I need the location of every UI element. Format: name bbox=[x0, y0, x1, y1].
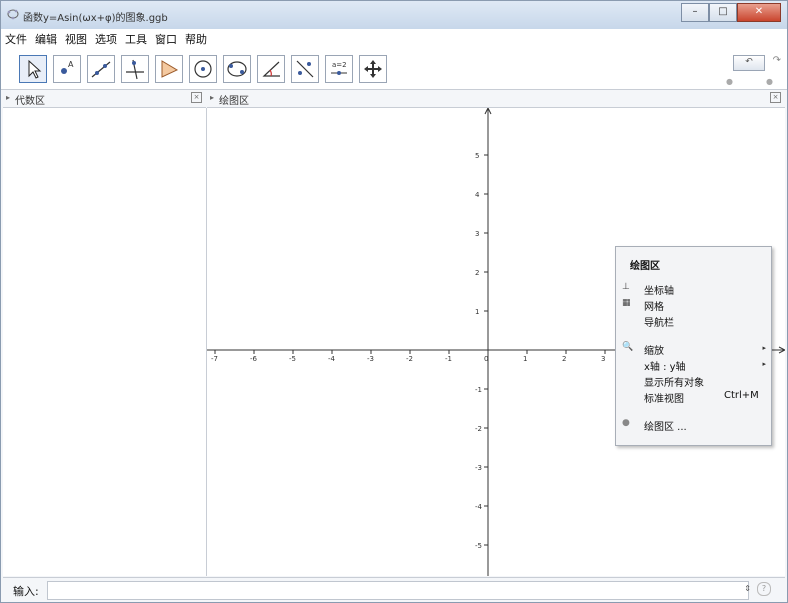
point-tool-button[interactable]: A bbox=[53, 55, 81, 83]
polygon-tool-button[interactable] bbox=[155, 55, 183, 83]
maximize-button[interactable]: □ bbox=[709, 3, 737, 22]
menu-bar: 文件 编辑 视图 选项 工具 窗口 帮助 bbox=[1, 29, 787, 47]
x-tick-label: -2 bbox=[406, 355, 413, 363]
graphics-panel-title: 绘图区 bbox=[219, 96, 249, 107]
reflect-tool-button[interactable] bbox=[291, 55, 319, 83]
point-tool-icon: A bbox=[61, 60, 74, 74]
angle-tool-button[interactable] bbox=[257, 55, 285, 83]
input-field[interactable] bbox=[47, 581, 749, 600]
menu-item-zoom[interactable]: 缩放 bbox=[644, 342, 664, 357]
input-label: 输入: bbox=[13, 585, 39, 598]
submenu-arrow-icon: ▸ bbox=[762, 360, 766, 368]
collapse-arrow-icon[interactable]: ▸ bbox=[6, 93, 10, 102]
toolbar-help-icon: ● bbox=[726, 77, 733, 86]
input-history-arrow-icon[interactable]: ⇕ bbox=[744, 584, 751, 593]
conic-tool-button[interactable] bbox=[223, 55, 251, 83]
menu-item-xaxis-yaxis[interactable]: x轴 : y轴 bbox=[644, 358, 686, 373]
menu-edit[interactable]: 编辑 bbox=[31, 29, 61, 47]
graphics-context-menu: 绘图区 ⊥ 坐标轴 ▦ 网格 导航栏 🔍 缩放 ▸ x轴 : y轴 ▸ 显示所有… bbox=[615, 246, 772, 446]
y-tick-label: -2 bbox=[475, 425, 482, 433]
menu-window[interactable]: 窗口 bbox=[151, 29, 181, 47]
move-tool-button[interactable] bbox=[19, 55, 47, 83]
menu-tools[interactable]: 工具 bbox=[121, 29, 151, 47]
collapse-arrow-icon[interactable]: ▸ bbox=[210, 93, 214, 102]
line-tool-button[interactable] bbox=[87, 55, 115, 83]
minimize-button[interactable]: – bbox=[681, 3, 709, 22]
context-menu-title: 绘图区 bbox=[630, 261, 660, 272]
x-tick-label: 0 bbox=[484, 355, 488, 363]
window-controls: – □ ✕ bbox=[681, 3, 781, 22]
menu-item-navigation-bar[interactable]: 导航栏 bbox=[644, 314, 674, 329]
input-bar: 输入: ⇕ ? bbox=[3, 577, 785, 602]
x-tick-label: -3 bbox=[367, 355, 374, 363]
y-tick-label: 3 bbox=[475, 230, 479, 238]
redo-button[interactable]: ↷ bbox=[773, 55, 781, 66]
y-tick-label: -4 bbox=[475, 503, 483, 511]
y-tick-label: -5 bbox=[475, 542, 482, 550]
circle-tool-button[interactable] bbox=[189, 55, 217, 83]
axes-icon: ⊥ bbox=[622, 282, 630, 292]
undo-button[interactable]: ↶ bbox=[733, 55, 765, 71]
close-panel-icon[interactable]: × bbox=[770, 92, 781, 103]
window-title: 函数y=Asin(ωx+φ)的图象.ggb bbox=[23, 13, 168, 24]
menu-help[interactable]: 帮助 bbox=[181, 29, 211, 47]
move-view-tool-icon bbox=[364, 60, 382, 78]
move-tool-icon bbox=[28, 59, 42, 79]
y-tick-label: -3 bbox=[475, 464, 482, 472]
polygon-tool-icon bbox=[161, 60, 179, 78]
y-tick-label: 1 bbox=[475, 308, 479, 316]
x-tick-label: -7 bbox=[211, 355, 218, 363]
menu-options[interactable]: 选项 bbox=[91, 29, 121, 47]
toolbar-settings-icon: ● bbox=[766, 77, 773, 86]
graphics-panel-header: ▸ 绘图区 × bbox=[207, 91, 785, 108]
algebra-view[interactable] bbox=[3, 108, 207, 576]
menu-item-standard-view[interactable]: 标准视图 bbox=[644, 390, 684, 405]
standard-view-shortcut: Ctrl+M bbox=[724, 390, 759, 401]
geogebra-app-icon bbox=[7, 9, 19, 20]
perpendicular-tool-button[interactable] bbox=[121, 55, 149, 83]
conic-tool-icon bbox=[227, 61, 247, 77]
x-tick-label: 3 bbox=[601, 355, 605, 363]
y-tick-label: 4 bbox=[475, 191, 480, 199]
y-tick-label: 2 bbox=[475, 269, 479, 277]
menu-item-axes[interactable]: 坐标轴 bbox=[644, 282, 674, 297]
move-view-tool-button[interactable] bbox=[359, 55, 387, 83]
menu-item-graphics-settings[interactable]: 绘图区 ... bbox=[644, 418, 687, 433]
submenu-arrow-icon: ▸ bbox=[762, 344, 766, 352]
angle-tool-icon bbox=[262, 61, 280, 77]
app-window: 函数y=Asin(ωx+φ)的图象.ggb – □ ✕ 文件 编辑 视图 选项 … bbox=[0, 0, 788, 603]
input-help-icon[interactable]: ? bbox=[757, 582, 771, 596]
settings-icon: ● bbox=[622, 418, 630, 428]
menu-view[interactable]: 视图 bbox=[61, 29, 91, 47]
x-tick-label: -6 bbox=[250, 355, 258, 363]
grid-icon: ▦ bbox=[622, 298, 631, 308]
x-tick-label: -4 bbox=[328, 355, 336, 363]
algebra-panel-header: ▸ 代数区 × bbox=[3, 91, 206, 108]
algebra-panel-title: 代数区 bbox=[15, 96, 45, 107]
line-tool-icon bbox=[91, 61, 111, 78]
close-button[interactable]: ✕ bbox=[737, 3, 781, 22]
toolbar: A a=2 ↶ ↷ ● ● bbox=[1, 47, 787, 90]
menu-file[interactable]: 文件 bbox=[1, 29, 31, 47]
x-tick-label: -1 bbox=[445, 355, 452, 363]
x-tick-label: 2 bbox=[562, 355, 566, 363]
slider-tool-icon: a=2 bbox=[331, 61, 347, 75]
perpendicular-tool-icon bbox=[126, 59, 144, 80]
y-tick-label: 5 bbox=[475, 152, 479, 160]
circle-tool-icon bbox=[194, 60, 212, 78]
title-bar: 函数y=Asin(ωx+φ)的图象.ggb – □ ✕ bbox=[1, 1, 787, 29]
zoom-icon: 🔍 bbox=[622, 342, 634, 352]
y-tick-label: -1 bbox=[475, 386, 482, 394]
x-tick-label: -5 bbox=[289, 355, 296, 363]
svg-text:A: A bbox=[68, 60, 74, 69]
slider-tool-button[interactable]: a=2 bbox=[325, 55, 353, 83]
x-tick-label: 1 bbox=[523, 355, 527, 363]
reflect-tool-icon bbox=[296, 60, 314, 78]
close-panel-icon[interactable]: × bbox=[191, 92, 202, 103]
menu-item-show-all-objects[interactable]: 显示所有对象 bbox=[644, 374, 704, 389]
menu-item-grid[interactable]: 网格 bbox=[644, 298, 664, 313]
svg-text:a=2: a=2 bbox=[332, 61, 347, 69]
